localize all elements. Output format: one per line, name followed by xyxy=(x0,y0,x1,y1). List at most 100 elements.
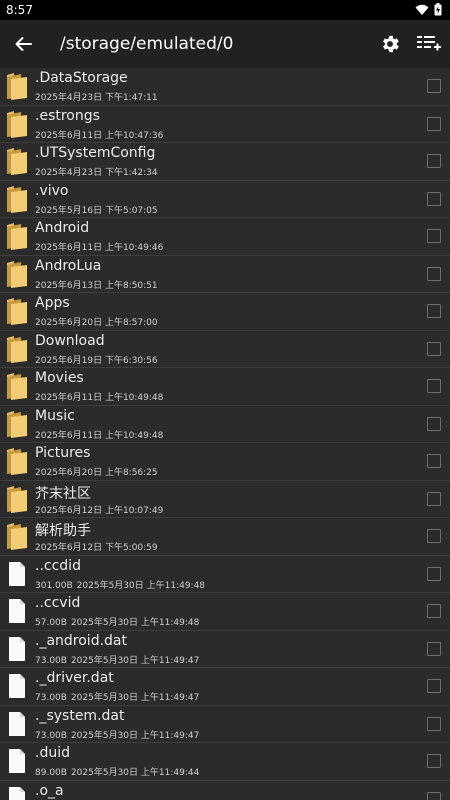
folder-row[interactable]: .estrongs 2025年6月11日 上午10:47:36 xyxy=(0,106,450,143)
select-checkbox[interactable] xyxy=(427,604,441,618)
folder-icon xyxy=(6,260,28,288)
select-checkbox[interactable] xyxy=(427,416,441,431)
file-row[interactable]: .o_a xyxy=(0,781,450,800)
item-date: 2025年4月23日 下午1:42:34 xyxy=(35,168,158,178)
item-name: .estrongs xyxy=(35,107,100,124)
select-checkbox[interactable] xyxy=(427,116,441,131)
file-icon xyxy=(6,785,28,800)
item-meta: 2025年6月19日 下午6:30:56 xyxy=(35,353,158,366)
folder-icon xyxy=(6,485,28,513)
item-name: AndroLua xyxy=(35,257,102,274)
item-meta: 2025年4月23日 下午1:42:34 xyxy=(35,165,158,178)
back-button[interactable] xyxy=(10,32,36,56)
item-size: 89.00B xyxy=(35,768,67,778)
status-icons xyxy=(415,3,442,16)
file-row[interactable]: ..ccvid 57.00B 2025年5月30日 上午11:49:48 xyxy=(0,593,450,631)
folder-icon xyxy=(6,410,28,438)
item-date: 2025年5月30日 上午11:49:47 xyxy=(70,655,200,666)
file-row[interactable]: ._system.dat 73.00B 2025年5月30日 上午11:49:47 xyxy=(0,706,450,743)
folder-row[interactable]: 解析助手 2025年6月12日 下午5:00:59 xyxy=(0,518,450,556)
item-size: 73.00B xyxy=(35,693,67,703)
item-meta: 73.00B 2025年5月30日 上午11:49:47 xyxy=(35,690,199,703)
file-list: .DataStorage 2025年4月23日 下午1:47:11 .estrong… xyxy=(0,68,450,800)
folder-row[interactable]: Movies 2025年6月11日 上午10:49:48 xyxy=(0,368,450,406)
folder-icon xyxy=(6,72,28,100)
file-icon xyxy=(6,635,28,663)
select-checkbox[interactable] xyxy=(427,641,441,656)
item-meta: 2025年4月23日 下午1:47:11 xyxy=(35,90,158,103)
item-meta: 57.00B 2025年5月30日 上午11:49:48 xyxy=(35,615,199,628)
item-name: .duid xyxy=(35,745,70,761)
select-checkbox[interactable] xyxy=(427,379,441,393)
folder-row[interactable]: .UTSystemConfig 2025年4月23日 下午1:42:34 xyxy=(0,143,450,181)
item-name: ._driver.dat xyxy=(35,670,114,686)
select-checkbox[interactable] xyxy=(427,229,441,243)
item-name: Pictures xyxy=(35,445,91,461)
item-meta: 2025年5月16日 下午5:07:05 xyxy=(35,203,158,216)
item-name: ._system.dat xyxy=(35,707,125,724)
app-toolbar: /storage/emulated/0 xyxy=(0,20,450,68)
select-checkbox[interactable] xyxy=(427,679,441,693)
select-checkbox[interactable] xyxy=(427,454,441,468)
file-row[interactable]: ._driver.dat 73.00B 2025年5月30日 上午11:49:47 xyxy=(0,668,450,706)
item-size: 73.00B xyxy=(35,730,67,741)
folder-row[interactable]: Android 2025年6月11日 上午10:49:46 xyxy=(0,218,450,256)
item-name: .vivo xyxy=(35,182,69,199)
file-icon xyxy=(6,710,28,738)
item-date: 2025年6月19日 下午6:30:56 xyxy=(35,355,158,366)
select-checkbox[interactable] xyxy=(427,304,441,318)
select-checkbox[interactable] xyxy=(427,154,441,168)
file-icon xyxy=(6,672,28,700)
folder-row[interactable]: Apps 2025年6月20日 上午8:57:00 xyxy=(0,293,450,331)
select-checkbox[interactable] xyxy=(427,754,441,768)
folder-row[interactable]: .DataStorage 2025年4月23日 下午1:47:11 xyxy=(0,68,450,106)
item-meta: 2025年6月12日 上午10:07:49 xyxy=(35,503,163,516)
folder-row[interactable]: 芥末社区 2025年6月12日 上午10:07:49 xyxy=(0,481,450,518)
select-checkbox[interactable] xyxy=(427,79,441,93)
item-size: 57.00B xyxy=(35,618,67,628)
item-date: 2025年6月11日 上午10:49:48 xyxy=(35,430,164,441)
file-icon xyxy=(6,560,28,588)
select-checkbox[interactable] xyxy=(427,341,441,356)
item-name: .o_a xyxy=(35,782,64,799)
status-time: 8:57 xyxy=(6,3,33,17)
folder-row[interactable]: Download 2025年6月19日 下午6:30:56 xyxy=(0,331,450,368)
item-name: 解析助手 xyxy=(35,523,91,539)
file-row[interactable]: ._android.dat 73.00B 2025年5月30日 上午11:49:47 xyxy=(0,631,450,668)
item-meta: 73.00B 2025年5月30日 上午11:49:47 xyxy=(35,728,199,741)
settings-button[interactable] xyxy=(379,33,401,55)
item-meta: 89.00B 2025年5月30日 上午11:49:44 xyxy=(35,765,199,778)
folder-row[interactable]: AndroLua 2025年6月13日 上午8:50:51 xyxy=(0,256,450,293)
file-icon xyxy=(6,597,28,625)
item-date: 2025年5月30日 上午11:49:48 xyxy=(70,618,200,628)
select-checkbox[interactable] xyxy=(427,529,441,543)
item-date: 2025年5月30日 上午11:49:44 xyxy=(70,768,200,778)
select-checkbox[interactable] xyxy=(427,566,441,581)
file-row[interactable]: ..ccdid 301.00B 2025年5月30日 上午11:49:48 xyxy=(0,556,450,593)
item-date: 2025年5月30日 上午11:49:47 xyxy=(70,730,200,741)
select-checkbox[interactable] xyxy=(427,191,441,206)
item-name: Music xyxy=(35,407,75,424)
select-checkbox[interactable] xyxy=(427,716,441,731)
item-name: ..ccvid xyxy=(35,595,81,611)
select-checkbox[interactable] xyxy=(427,491,441,506)
gear-icon xyxy=(383,35,399,53)
status-bar: 8:57 xyxy=(0,0,450,20)
folder-row[interactable]: Music 2025年6月11日 上午10:49:48 xyxy=(0,406,450,443)
folder-row[interactable]: Pictures 2025年6月20日 上午8:56:25 xyxy=(0,443,450,481)
item-name: Android xyxy=(35,220,90,236)
select-checkbox[interactable] xyxy=(427,266,441,281)
item-name: .DataStorage xyxy=(35,70,128,86)
wifi-icon xyxy=(415,4,429,15)
add-list-button[interactable] xyxy=(416,32,442,56)
item-meta: 2025年6月11日 上午10:49:46 xyxy=(35,240,163,253)
file-row[interactable]: .duid 89.00B 2025年5月30日 上午11:49:44 xyxy=(0,743,450,781)
arrow-left-icon xyxy=(15,37,32,51)
folder-row[interactable]: .vivo 2025年5月16日 下午5:07:05 xyxy=(0,181,450,218)
item-name: ._android.dat xyxy=(35,632,127,649)
item-meta: 73.00B 2025年5月30日 上午11:49:47 xyxy=(35,653,199,666)
item-date: 2025年6月20日 上午8:57:00 xyxy=(35,318,158,328)
folder-icon xyxy=(6,335,28,363)
select-checkbox[interactable] xyxy=(427,791,441,800)
item-date: 2025年6月12日 下午5:00:59 xyxy=(35,543,158,553)
